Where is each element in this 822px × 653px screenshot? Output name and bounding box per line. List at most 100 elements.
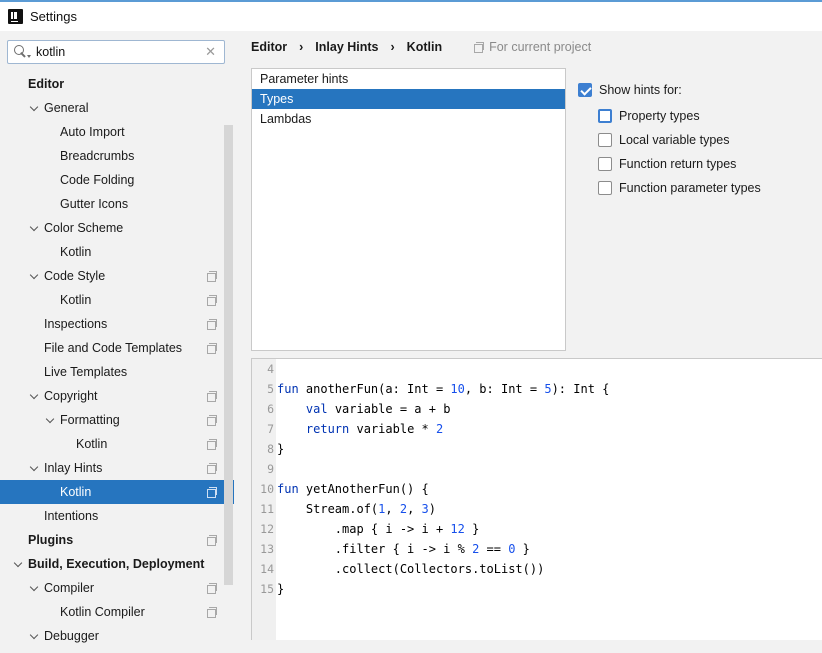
show-hints-checkbox-row[interactable]: Show hints for: (578, 83, 682, 97)
clear-search-icon[interactable]: ✕ (205, 45, 216, 59)
sidebar-item-label: Compiler (44, 581, 95, 595)
hint-option-row[interactable]: Function return types (598, 157, 736, 171)
chevron-down-icon[interactable] (28, 102, 40, 114)
project-scope-icon (207, 319, 217, 330)
sidebar-item-copyright[interactable]: Copyright (0, 384, 234, 408)
project-scope-icon (207, 583, 217, 594)
for-current-project-label: For current project (489, 40, 592, 54)
sidebar-item-breadcrumbs[interactable]: Breadcrumbs (0, 144, 234, 168)
hint-option-row[interactable]: Local variable types (598, 133, 729, 147)
hint-option-label: Function parameter types (619, 181, 761, 195)
sidebar-item-editor[interactable]: Editor (0, 72, 234, 96)
sidebar-item-plugins[interactable]: Plugins (0, 528, 234, 552)
sidebar-item-label: Breadcrumbs (60, 149, 135, 163)
chevron-down-icon[interactable] (28, 390, 40, 402)
chevron-down-icon[interactable] (44, 414, 56, 426)
code-preview-editor[interactable]: 4 5 fun anotherFun(a: Int = 10, b: Int = 5… (251, 358, 822, 640)
sidebar-item-debugger[interactable]: Debugger (0, 624, 234, 648)
hint-option-label: Function return types (619, 157, 737, 171)
sidebar-item-auto-import[interactable]: Auto Import (0, 120, 234, 144)
sidebar-item-label: Editor (28, 77, 65, 91)
chevron-down-icon[interactable] (12, 558, 24, 570)
chevron-down-icon[interactable] (28, 222, 40, 234)
sidebar-item-build-execution-deployment[interactable]: Build, Execution, Deployment (0, 552, 234, 576)
hint-option-row[interactable]: Property types (598, 109, 700, 123)
sidebar-item-kotlin[interactable]: Kotlin (0, 288, 234, 312)
sidebar-item-label: Kotlin (76, 437, 108, 451)
line-number: 10 (260, 482, 274, 496)
line-number: 8 (267, 442, 274, 456)
breadcrumb-separator: › (390, 40, 395, 54)
sidebar-item-general[interactable]: General (0, 96, 234, 120)
hint-option-checkbox[interactable] (598, 133, 612, 147)
hint-option-label: Local variable types (619, 133, 730, 147)
sidebar-item-label: Inspections (44, 317, 108, 331)
project-scope-icon (207, 271, 217, 282)
code-text: return variable * 2 (305, 422, 444, 436)
sidebar-item-label: Build, Execution, Deployment (28, 557, 205, 571)
breadcrumb-inlay-hints: Inlay Hints (315, 40, 379, 54)
sidebar-item-compiler[interactable]: Compiler (0, 576, 234, 600)
chevron-down-icon[interactable] (28, 270, 40, 282)
code-text: } (277, 582, 285, 596)
sidebar-item-label: Auto Import (60, 125, 125, 139)
sidebar-item-formatting[interactable]: Formatting (0, 408, 234, 432)
search-icon[interactable] (12, 43, 31, 61)
hint-option-row[interactable]: Function parameter types (598, 181, 761, 195)
code-line: 8} (252, 439, 284, 459)
breadcrumb-editor: Editor (251, 40, 288, 54)
sidebar-item-intentions[interactable]: Intentions (0, 504, 234, 528)
sidebar-item-color-scheme[interactable]: Color Scheme (0, 216, 234, 240)
line-number: 5 (267, 382, 274, 396)
settings-main-panel: Editor › Inlay Hints › Kotlin For curren… (234, 31, 822, 653)
line-number: 14 (260, 562, 274, 576)
sidebar-item-label: Code Folding (60, 173, 135, 187)
code-text: fun yetAnotherFun() { (277, 482, 429, 496)
code-line: 9 (252, 459, 274, 479)
sidebar-item-label: Kotlin (60, 293, 92, 307)
hint-category-item[interactable]: Parameter hints (252, 69, 565, 89)
sidebar-item-kotlin[interactable]: Kotlin (0, 480, 234, 504)
code-text: .collect(Collectors.toList()) (277, 562, 545, 576)
sidebar-item-kotlin[interactable]: Kotlin (0, 432, 234, 456)
line-number: 15 (260, 582, 274, 596)
hint-option-checkbox[interactable] (598, 109, 612, 123)
project-scope-icon (474, 42, 485, 53)
chevron-down-icon[interactable] (28, 582, 40, 594)
sidebar-item-live-templates[interactable]: Live Templates (0, 360, 234, 384)
sidebar-item-label: Copyright (44, 389, 98, 403)
sidebar-item-inspections[interactable]: Inspections (0, 312, 234, 336)
hint-option-label: Property types (619, 109, 700, 123)
sidebar-item-label: Gutter Icons (60, 197, 129, 211)
line-number: 13 (260, 542, 274, 556)
sidebar-item-code-style[interactable]: Code Style (0, 264, 234, 288)
hint-option-checkbox[interactable] (598, 157, 612, 171)
project-scope-icon (207, 415, 217, 426)
sidebar-item-code-folding[interactable]: Code Folding (0, 168, 234, 192)
hint-category-item[interactable]: Types (252, 89, 565, 109)
breadcrumb-kotlin: Kotlin (406, 40, 443, 54)
sidebar-item-kotlin[interactable]: Kotlin (0, 240, 234, 264)
sidebar-item-file-and-code-templates[interactable]: File and Code Templates (0, 336, 234, 360)
sidebar-scrollbar[interactable] (224, 125, 233, 585)
chevron-down-icon[interactable] (28, 462, 40, 474)
code-line: 6 val variable = a + b (252, 399, 450, 419)
hint-category-item[interactable]: Lambdas (252, 109, 565, 129)
show-hints-checkbox[interactable] (578, 83, 592, 97)
breadcrumb: Editor › Inlay Hints › Kotlin For curren… (251, 40, 591, 54)
code-line: 15} (252, 579, 284, 599)
sidebar-item-label: Color Scheme (44, 221, 124, 235)
chevron-down-icon[interactable] (28, 630, 40, 642)
hint-option-checkbox[interactable] (598, 181, 612, 195)
code-text: .filter { i -> i % 2 == 0 } (277, 542, 530, 556)
hint-category-list: Parameter hints Types Lambdas (251, 68, 566, 351)
code-line: 11 Stream.of(1, 2, 3) (252, 499, 436, 519)
sidebar-item-gutter-icons[interactable]: Gutter Icons (0, 192, 234, 216)
settings-search-box[interactable]: ✕ (7, 40, 225, 64)
sidebar-item-label: Kotlin (60, 245, 92, 259)
settings-search-input[interactable] (36, 45, 196, 59)
sidebar-item-kotlin-compiler[interactable]: Kotlin Compiler (0, 600, 234, 624)
sidebar-item-inlay-hints[interactable]: Inlay Hints (0, 456, 234, 480)
show-hints-label: Show hints for: (599, 83, 682, 97)
sidebar-item-label: Debugger (44, 629, 99, 643)
